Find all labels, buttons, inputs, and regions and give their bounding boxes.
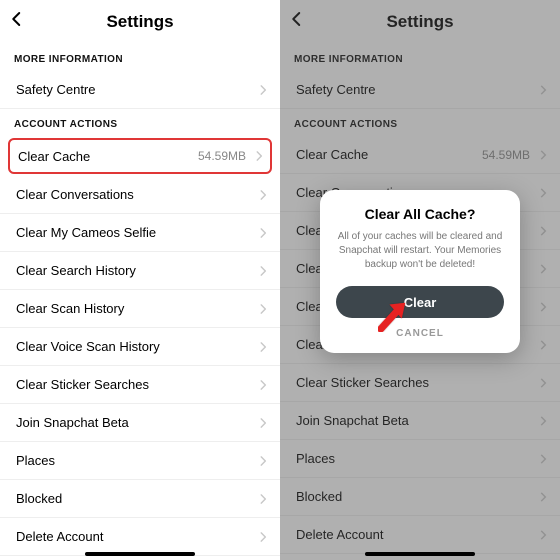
chevron-right-icon <box>256 83 270 97</box>
row-label: Places <box>16 453 256 468</box>
row-clear-voice-scan-history[interactable]: Clear Voice Scan History <box>0 328 280 366</box>
chevron-right-icon <box>256 492 270 506</box>
row-clear-sticker-searches[interactable]: Clear Sticker Searches <box>0 366 280 404</box>
row-label: Clear Scan History <box>16 301 256 316</box>
row-label: Blocked <box>16 491 256 506</box>
chevron-right-icon <box>256 302 270 316</box>
row-join-snapchat-beta[interactable]: Join Snapchat Beta <box>0 404 280 442</box>
section-account-actions: ACCOUNT ACTIONS <box>0 109 280 136</box>
row-clear-conversations[interactable]: Clear Conversations <box>0 176 280 214</box>
dialog-body: All of your caches will be cleared and S… <box>336 230 504 272</box>
back-button[interactable] <box>8 10 26 33</box>
home-indicator <box>365 552 475 556</box>
row-places[interactable]: Places <box>0 442 280 480</box>
dialog-title: Clear All Cache? <box>336 206 504 222</box>
chevron-right-icon <box>256 188 270 202</box>
row-label: Delete Account <box>16 529 256 544</box>
row-delete-account[interactable]: Delete Account <box>0 518 280 556</box>
chevron-right-icon <box>256 378 270 392</box>
row-label: Clear My Cameos Selfie <box>16 225 256 240</box>
chevron-right-icon <box>256 264 270 278</box>
row-label: Clear Voice Scan History <box>16 339 256 354</box>
chevron-right-icon <box>256 340 270 354</box>
home-indicator <box>85 552 195 556</box>
row-label: Safety Centre <box>16 82 256 97</box>
page-title: Settings <box>106 12 173 32</box>
chevron-right-icon <box>256 226 270 240</box>
settings-screen-dialog: Settings MORE INFORMATION Safety Centre … <box>280 0 560 560</box>
chevron-right-icon <box>256 454 270 468</box>
row-clear-scan-history[interactable]: Clear Scan History <box>0 290 280 328</box>
row-clear-cache[interactable]: Clear Cache 54.59MB <box>8 138 272 174</box>
row-value: 54.59MB <box>198 149 246 163</box>
chevron-right-icon <box>256 416 270 430</box>
clear-button[interactable]: Clear <box>336 286 504 318</box>
settings-screen-before: Settings MORE INFORMATION Safety Centre … <box>0 0 280 560</box>
row-clear-search-history[interactable]: Clear Search History <box>0 252 280 290</box>
row-safety-centre[interactable]: Safety Centre <box>0 71 280 109</box>
section-more-info: MORE INFORMATION <box>0 44 280 71</box>
row-my-data[interactable]: My Data <box>0 556 280 560</box>
chevron-right-icon <box>256 530 270 544</box>
row-label: Clear Cache <box>18 149 198 164</box>
row-label: Join Snapchat Beta <box>16 415 256 430</box>
chevron-right-icon <box>252 149 266 163</box>
row-blocked[interactable]: Blocked <box>0 480 280 518</box>
cancel-button[interactable]: CANCEL <box>336 328 504 339</box>
row-label: Clear Sticker Searches <box>16 377 256 392</box>
clear-cache-dialog: Clear All Cache? All of your caches will… <box>320 190 520 353</box>
row-label: Clear Search History <box>16 263 256 278</box>
row-clear-cameos-selfie[interactable]: Clear My Cameos Selfie <box>0 214 280 252</box>
header: Settings <box>0 0 280 44</box>
row-label: Clear Conversations <box>16 187 256 202</box>
